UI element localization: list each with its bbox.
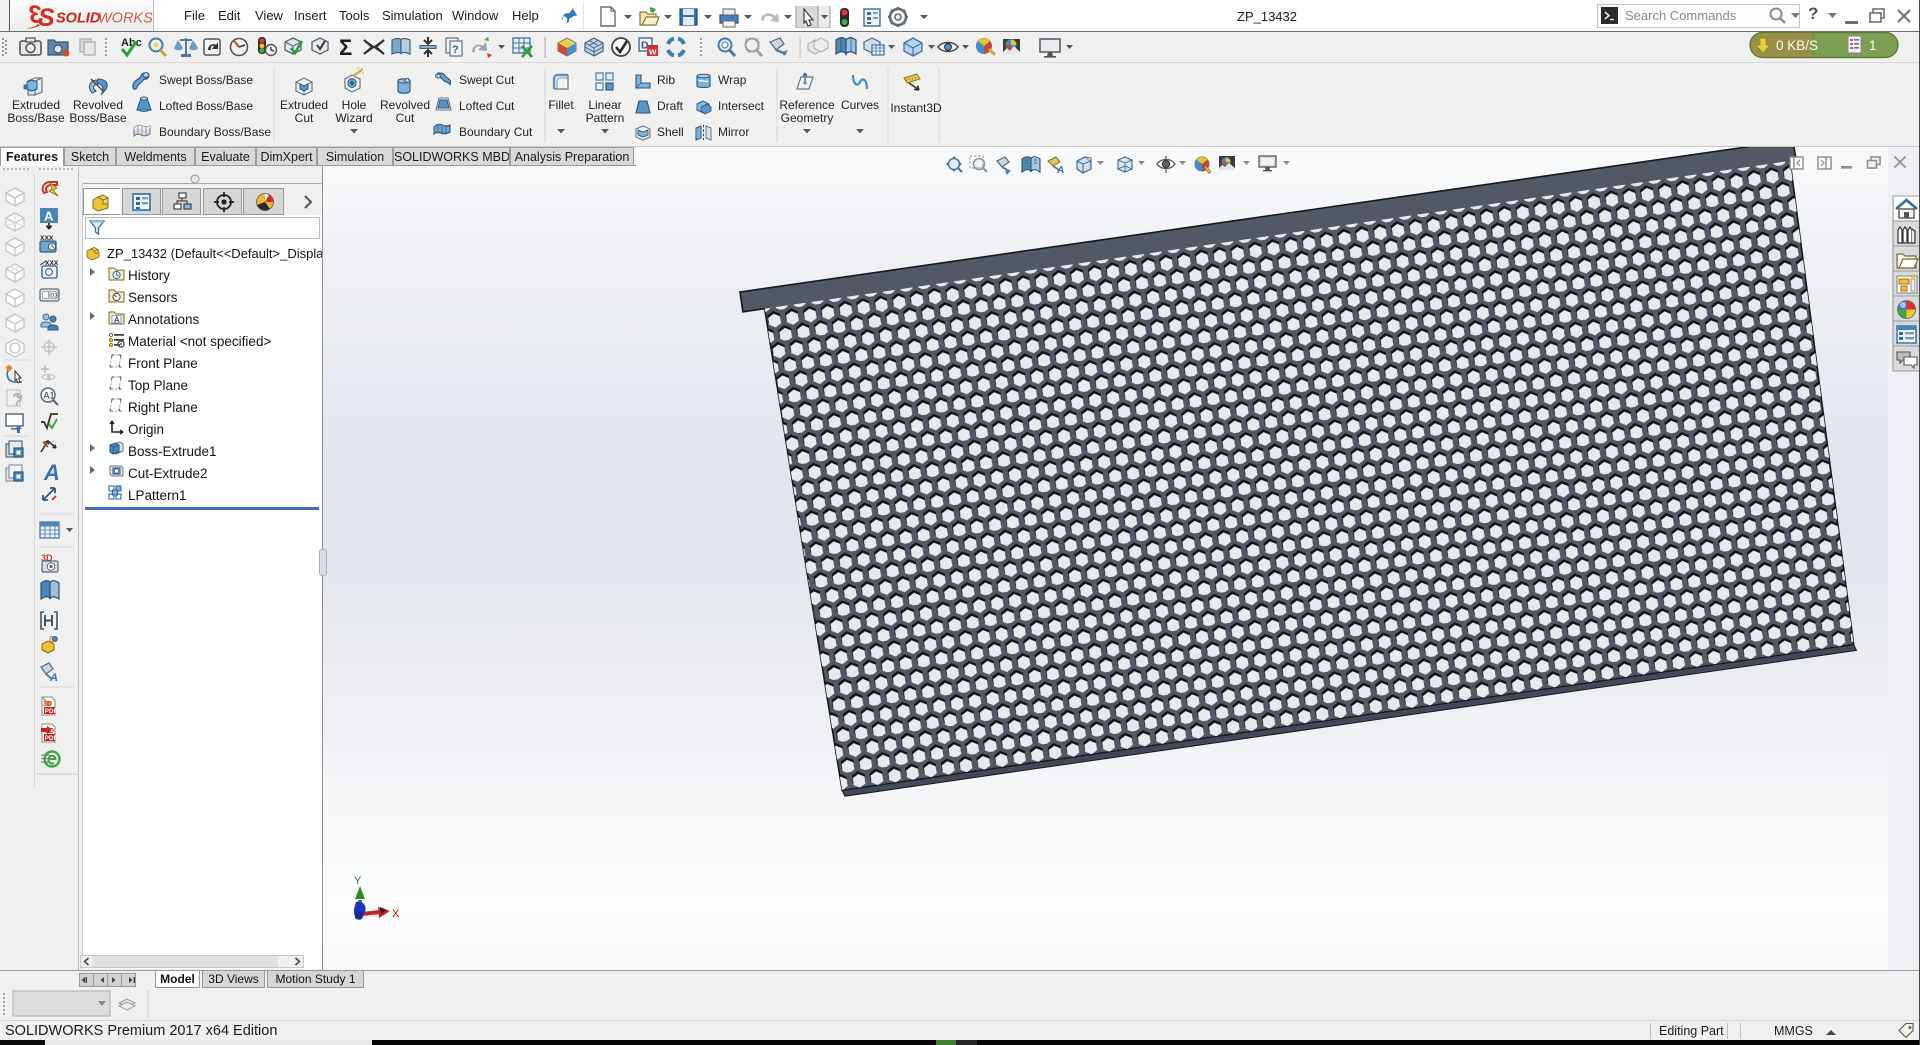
svg-text:PDF: PDF (45, 708, 58, 715)
svg-text:A: A (1056, 165, 1064, 176)
svg-text:A: A (114, 316, 120, 325)
svg-text:1: 1 (1869, 38, 1877, 53)
svg-text:3D: 3D (45, 728, 54, 735)
svg-text:WORKS: WORKS (98, 11, 153, 27)
svg-text:SOLID: SOLID (56, 11, 101, 27)
svg-text:3D: 3D (43, 701, 52, 708)
svg-text:S: S (38, 4, 55, 31)
svg-text:A1: A1 (44, 391, 55, 401)
svg-text:0 KB/S: 0 KB/S (1776, 38, 1818, 53)
svg-text:PDF: PDF (45, 735, 58, 742)
svg-text:?: ? (452, 44, 459, 56)
svg-text:A: A (49, 672, 58, 684)
svg-text:w: w (648, 47, 657, 58)
svg-text:03: 03 (51, 293, 59, 300)
svg-text:Σ: Σ (339, 35, 352, 60)
svg-text:A: A (44, 209, 54, 224)
svg-text:A: A (43, 460, 60, 485)
svg-text:X: X (392, 908, 400, 920)
svg-text:Y: Y (354, 875, 362, 887)
